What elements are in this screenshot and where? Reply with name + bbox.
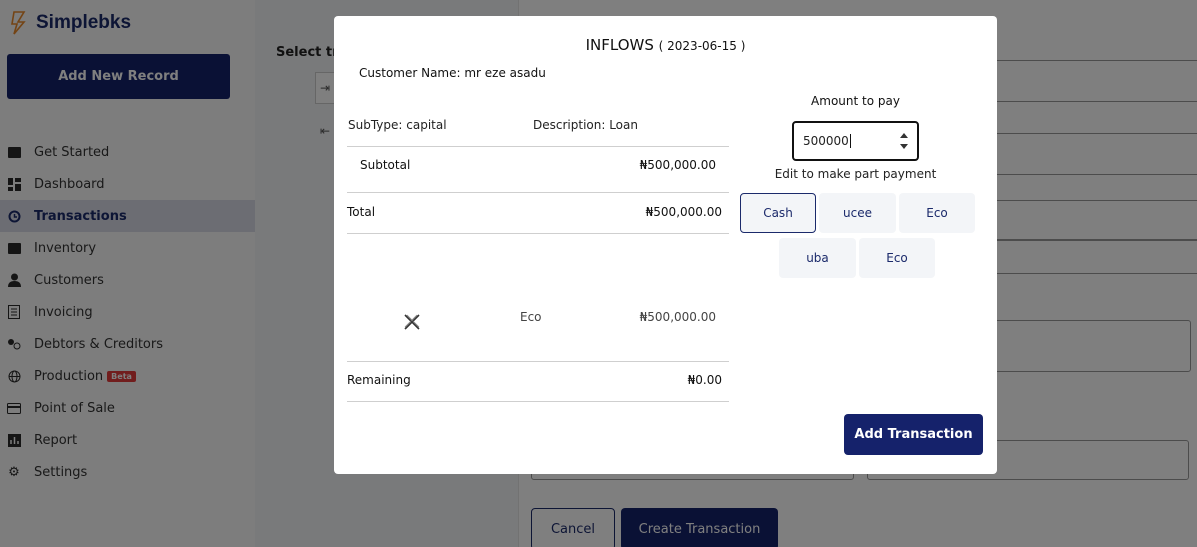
divider	[347, 361, 729, 362]
part-payment-hint: Edit to make part payment	[774, 167, 937, 181]
divider	[347, 233, 729, 234]
subtype-text: SubType: capital	[348, 118, 447, 132]
inflows-modal: INFLOWS ( 2023-06-15 ) Customer Name: mr…	[334, 16, 997, 474]
payment-method-cash-button[interactable]: Cash	[740, 193, 816, 233]
payment-method-text: Eco	[520, 310, 542, 324]
divider	[347, 401, 729, 402]
payment-method-eco-button-2[interactable]: Eco	[859, 238, 935, 278]
remaining-label: Remaining	[347, 373, 411, 387]
remaining-value: ₦0.00	[687, 373, 722, 387]
total-label: Total	[347, 205, 376, 219]
payment-method-uba-button[interactable]: uba	[779, 238, 856, 278]
divider	[347, 192, 729, 193]
subtotal-label: Subtotal	[360, 158, 411, 172]
modal-date: ( 2023-06-15 )	[658, 39, 746, 53]
chevron-down-icon[interactable]	[900, 144, 908, 149]
chevron-up-icon[interactable]	[900, 133, 908, 138]
subtotal-value: ₦500,000.00	[639, 158, 716, 172]
customer-name: Customer Name: mr eze asadu	[359, 66, 546, 80]
amount-to-pay-label: Amount to pay	[811, 94, 900, 108]
total-value: ₦500,000.00	[645, 205, 722, 219]
modal-title: INFLOWS ( 2023-06-15 )	[334, 36, 997, 54]
description-text: Description: Loan	[533, 118, 638, 132]
payment-method-eco-button[interactable]: Eco	[899, 193, 975, 233]
amount-value: 500000	[803, 134, 849, 148]
text-caret	[849, 134, 851, 148]
amount-stepper[interactable]	[899, 133, 909, 149]
payment-amount-text: ₦500,000.00	[639, 310, 716, 324]
add-transaction-button[interactable]: Add Transaction	[844, 414, 983, 455]
payment-method-ucee-button[interactable]: ucee	[819, 193, 896, 233]
divider	[347, 146, 729, 147]
modal-title-text: INFLOWS	[585, 36, 654, 54]
remove-payment-icon[interactable]	[402, 312, 422, 332]
amount-input[interactable]: 500000	[792, 121, 919, 161]
